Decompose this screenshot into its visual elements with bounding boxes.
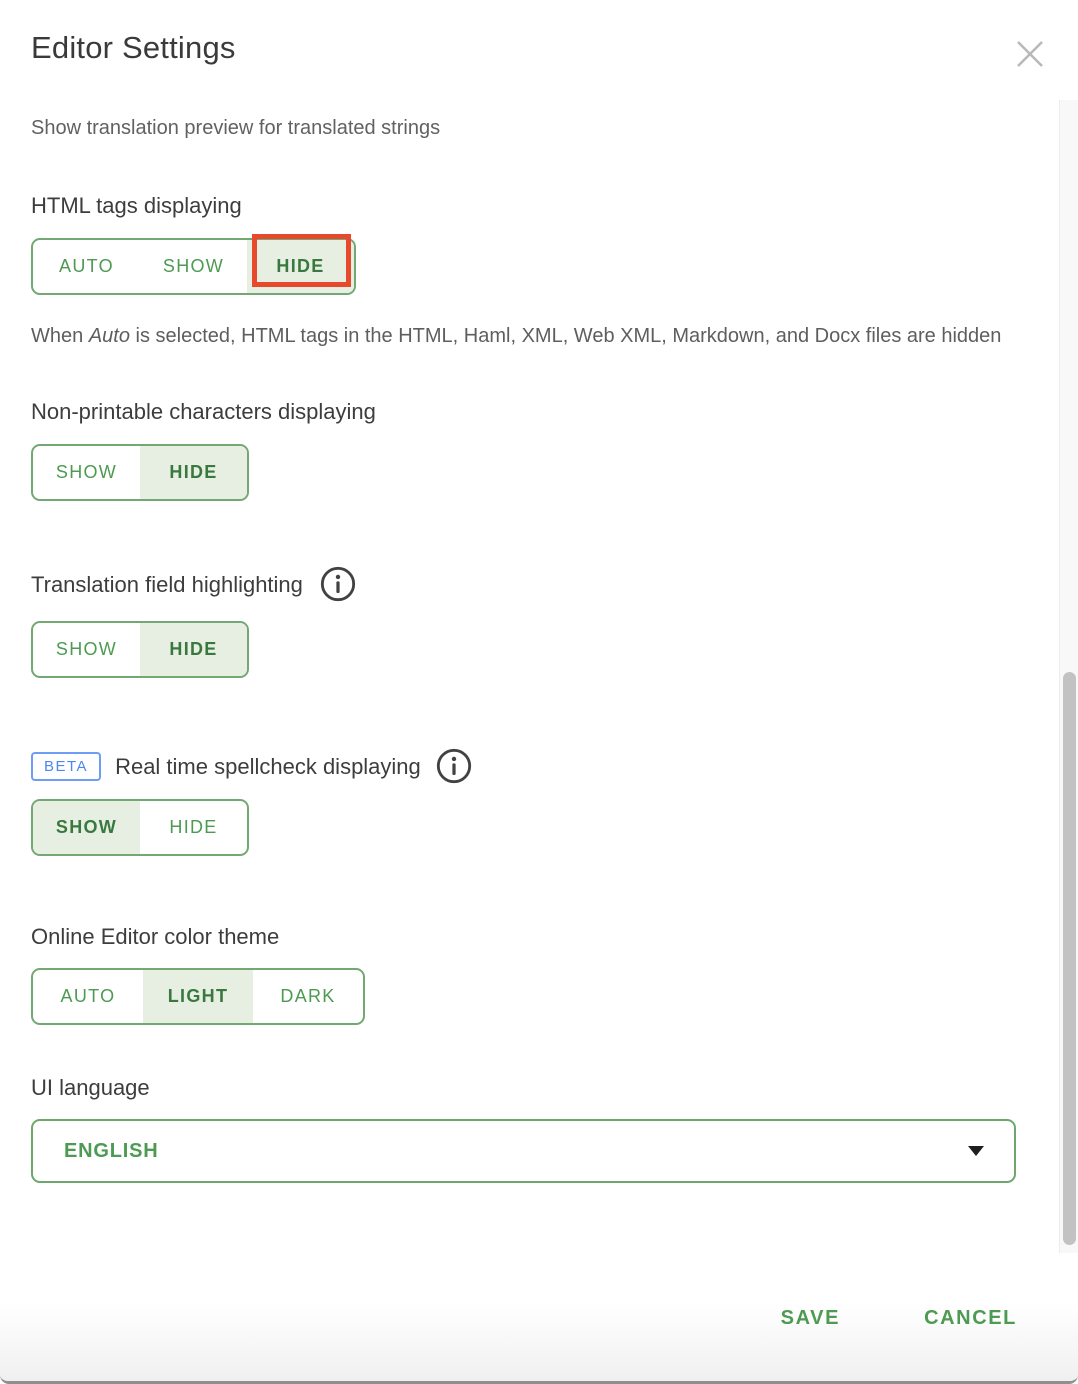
color-theme-label: Online Editor color theme bbox=[31, 922, 1018, 951]
beta-badge: BETA bbox=[31, 752, 101, 781]
color-theme-option-auto[interactable]: AUTO bbox=[33, 970, 143, 1023]
non-printable-option-show[interactable]: SHOW bbox=[33, 446, 140, 499]
spellcheck-toggle: SHOW HIDE bbox=[31, 799, 249, 856]
field-highlighting-option-hide[interactable]: HIDE bbox=[140, 623, 247, 676]
info-icon[interactable] bbox=[319, 565, 357, 603]
cancel-button[interactable]: CANCEL bbox=[924, 1307, 1017, 1330]
info-icon[interactable] bbox=[435, 747, 473, 785]
field-highlighting-label: Translation field highlighting bbox=[31, 570, 303, 599]
chevron-down-icon bbox=[968, 1146, 984, 1156]
non-printable-label: Non-printable characters displaying bbox=[31, 397, 1018, 426]
spellcheck-option-show[interactable]: SHOW bbox=[33, 801, 140, 854]
html-tags-option-show[interactable]: SHOW bbox=[140, 240, 247, 293]
non-printable-toggle: SHOW HIDE bbox=[31, 444, 249, 501]
translation-preview-note: Show translation preview for translated … bbox=[31, 115, 1018, 141]
editor-settings-dialog: Editor Settings Show translation preview… bbox=[0, 0, 1078, 1384]
scrollbar-track[interactable] bbox=[1059, 100, 1078, 1253]
spellcheck-option-hide[interactable]: HIDE bbox=[140, 801, 247, 854]
close-icon bbox=[1013, 37, 1047, 71]
ui-language-value: ENGLISH bbox=[64, 1140, 159, 1163]
field-highlighting-option-show[interactable]: SHOW bbox=[33, 623, 140, 676]
save-button[interactable]: SAVE bbox=[781, 1307, 840, 1330]
color-theme-option-dark[interactable]: DARK bbox=[253, 970, 363, 1023]
non-printable-option-hide[interactable]: HIDE bbox=[140, 446, 247, 499]
ui-language-label: UI language bbox=[31, 1073, 1018, 1102]
html-tags-toggle: AUTO SHOW HIDE bbox=[31, 238, 356, 295]
field-highlighting-toggle: SHOW HIDE bbox=[31, 621, 249, 678]
html-tags-label: HTML tags displaying bbox=[31, 191, 1018, 220]
html-tags-option-auto[interactable]: AUTO bbox=[33, 240, 140, 293]
dialog-footer: SAVE CANCEL bbox=[0, 1255, 1078, 1381]
ui-language-select[interactable]: ENGLISH bbox=[31, 1119, 1016, 1183]
dialog-body: Show translation preview for translated … bbox=[0, 115, 1078, 1183]
dialog-title: Editor Settings bbox=[31, 26, 1047, 70]
close-button[interactable] bbox=[1012, 36, 1048, 72]
spellcheck-header: BETA Real time spellcheck displaying bbox=[31, 747, 1018, 785]
color-theme-toggle: AUTO LIGHT DARK bbox=[31, 968, 365, 1025]
color-theme-option-light[interactable]: LIGHT bbox=[143, 970, 253, 1023]
html-tags-option-hide[interactable]: HIDE bbox=[247, 240, 354, 293]
field-highlighting-header: Translation field highlighting bbox=[31, 565, 1018, 603]
scrollbar-thumb[interactable] bbox=[1063, 672, 1076, 1245]
spellcheck-label: Real time spellcheck displaying bbox=[115, 752, 421, 781]
dialog-header: Editor Settings bbox=[0, 0, 1078, 70]
html-tags-description: When Auto is selected, HTML tags in the … bbox=[31, 318, 1018, 354]
